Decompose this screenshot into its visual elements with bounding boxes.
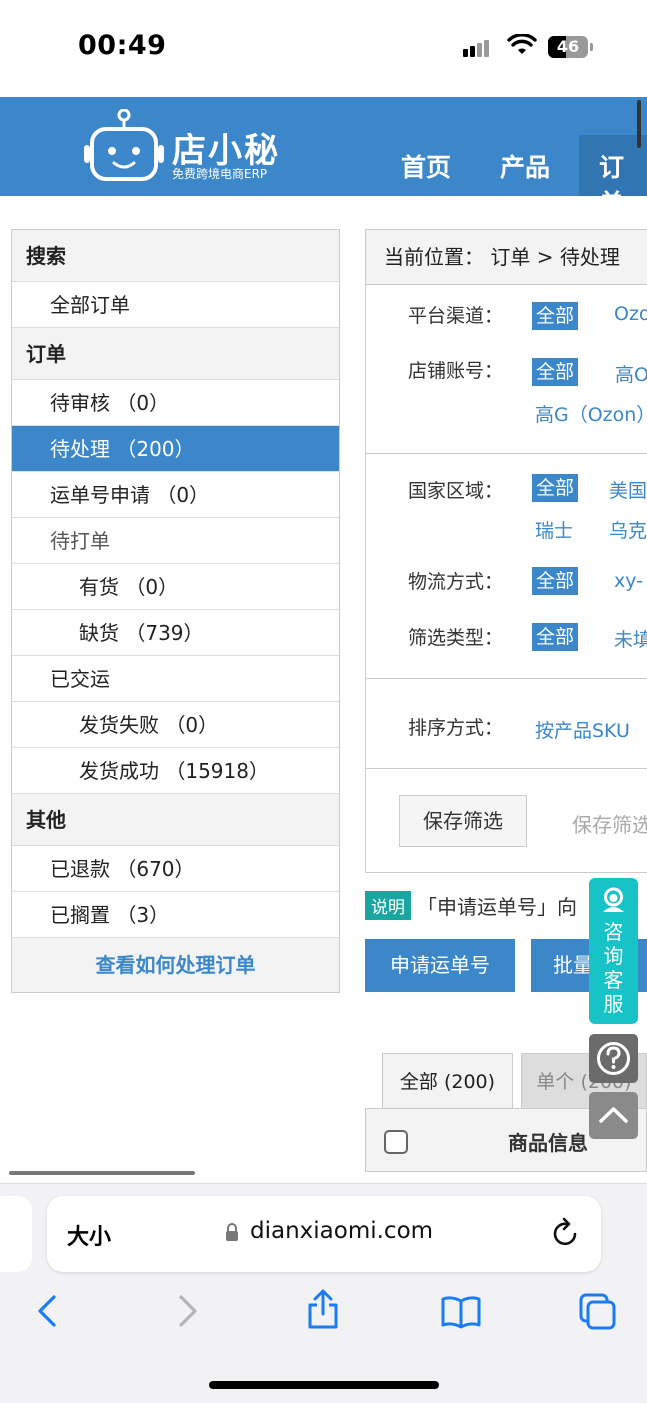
country-option-us[interactable]: 美国 xyxy=(609,476,647,503)
home-indicator xyxy=(209,1381,439,1389)
text-size-button[interactable]: 大小 xyxy=(67,1219,111,1251)
battery-tip xyxy=(590,43,593,51)
country-all-option[interactable]: 全部 xyxy=(532,474,579,502)
sidebar-item-on-hold[interactable]: 已搁置 （3） xyxy=(12,892,339,938)
horizontal-scrollbar[interactable] xyxy=(9,1171,195,1175)
sidebar-group-to-print: 待打单 xyxy=(12,518,339,564)
consult-char-4: 服 xyxy=(603,992,624,1016)
divider xyxy=(366,768,647,769)
sidebar-item-refunded[interactable]: 已退款 （670） xyxy=(12,846,339,892)
site-header: 店小秘 免费跨境电商ERP 首页 产品 订单 xyxy=(0,97,647,218)
customer-service-button[interactable]: 咨 询 客 服 xyxy=(589,878,638,1024)
country-option-ch[interactable]: 瑞士 xyxy=(535,516,573,543)
sidebar-item-ship-failed[interactable]: 发货失败 （0） xyxy=(12,702,339,748)
robot-logo-icon xyxy=(84,109,164,181)
sidebar-item-out-of-stock[interactable]: 缺货 （739） xyxy=(12,610,339,656)
sidebar-section-other: 其他 xyxy=(12,794,339,846)
store-all-option[interactable]: 全部 xyxy=(532,358,579,386)
note-text: 「申请运单号」向 xyxy=(417,895,577,919)
select-all-checkbox[interactable] xyxy=(384,1130,408,1154)
sidebar-item-pending-review[interactable]: 待审核 （0） xyxy=(12,380,339,426)
address-bar[interactable]: 大小 dianxiaomi.com xyxy=(47,1196,601,1272)
cellular-signal-icon xyxy=(463,38,491,57)
country-label: 国家区域： xyxy=(408,480,504,502)
chevron-up-icon xyxy=(599,1107,628,1123)
column-product-info: 商品信息 xyxy=(508,1131,588,1155)
divider xyxy=(366,678,647,679)
save-filter-button[interactable]: 保存筛选 xyxy=(399,795,527,847)
platform-label: 平台渠道： xyxy=(408,305,504,327)
help-button[interactable] xyxy=(589,1034,638,1083)
sidebar-section-orders: 订单 xyxy=(12,328,339,380)
share-icon[interactable] xyxy=(305,1288,341,1330)
order-sidebar: 搜索 全部订单 订单 待审核 （0） 待处理 （200） 运单号申请 （0） 待… xyxy=(11,229,340,993)
headset-icon xyxy=(603,887,624,912)
filter-type-all-option[interactable]: 全部 xyxy=(532,623,579,651)
back-to-top-button[interactable] xyxy=(589,1092,638,1139)
store-option-2[interactable]: 高G（Ozon） xyxy=(535,400,647,427)
help-link[interactable]: 查看如何处理订单 xyxy=(12,938,339,992)
consult-char-1: 咨 xyxy=(603,920,624,944)
battery-icon: 46 xyxy=(548,36,588,58)
platform-all-option[interactable]: 全部 xyxy=(532,302,579,330)
back-icon[interactable] xyxy=(34,1293,60,1329)
sidebar-item-pending-process[interactable]: 待处理 （200） xyxy=(12,426,339,472)
platform-option-ozon[interactable]: Ozo xyxy=(614,303,647,325)
sort-label: 排序方式： xyxy=(408,717,504,739)
nav-products[interactable]: 产品 xyxy=(500,135,550,196)
previous-tab-preview[interactable] xyxy=(0,1196,32,1272)
consult-char-2: 询 xyxy=(603,944,624,968)
saved-filters-link[interactable]: 保存筛选 xyxy=(572,809,647,838)
brand-tagline: 免费跨境电商ERP xyxy=(172,167,268,181)
breadcrumb: 当前位置： 订单 > 待处理 xyxy=(366,230,647,285)
clock: 00:49 xyxy=(78,30,167,61)
filter-type-option-1[interactable]: 未填 xyxy=(614,625,647,652)
country-option-ua[interactable]: 乌克 xyxy=(609,516,647,543)
note-badge: 说明 xyxy=(365,891,411,920)
vertical-scrollbar[interactable] xyxy=(637,100,641,148)
logistics-label: 物流方式： xyxy=(408,571,504,593)
sidebar-item-all-orders[interactable]: 全部订单 xyxy=(12,282,339,328)
text-size-label: 大小 xyxy=(67,1225,112,1250)
nav-home[interactable]: 首页 xyxy=(401,135,451,196)
sidebar-item-in-stock[interactable]: 有货 （0） xyxy=(12,564,339,610)
divider xyxy=(366,453,647,454)
logistics-option-1[interactable]: xy- xyxy=(614,570,643,592)
consult-char-3: 客 xyxy=(603,968,624,992)
question-icon xyxy=(597,1042,630,1075)
reload-icon[interactable] xyxy=(551,1216,581,1248)
apply-waybill-button[interactable]: 申请运单号 xyxy=(365,939,515,992)
filter-type-label: 筛选类型： xyxy=(408,627,504,649)
store-label: 店铺账号： xyxy=(408,360,504,382)
sidebar-item-waybill-apply[interactable]: 运单号申请 （0） xyxy=(12,472,339,518)
sidebar-item-ship-success[interactable]: 发货成功 （15918） xyxy=(12,748,339,794)
bookmarks-icon[interactable] xyxy=(440,1295,482,1329)
forward-icon[interactable] xyxy=(175,1293,201,1329)
tabs-icon[interactable] xyxy=(578,1292,618,1332)
lock-icon xyxy=(226,1223,238,1241)
sidebar-group-shipped: 已交运 xyxy=(12,656,339,702)
url-text: dianxiaomi.com xyxy=(250,1218,434,1244)
status-bar: 00:49 46 xyxy=(0,0,647,97)
tab-all[interactable]: 全部 (200) xyxy=(382,1053,513,1109)
logo[interactable]: 店小秘 免费跨境电商ERP xyxy=(84,109,294,183)
logistics-all-option[interactable]: 全部 xyxy=(532,567,579,595)
wifi-icon xyxy=(507,34,537,54)
browser-toolbar: 大小 dianxiaomi.com xyxy=(0,1183,647,1403)
sidebar-section-search: 搜索 xyxy=(12,230,339,282)
sort-option-sku[interactable]: 按产品SKU xyxy=(535,716,630,743)
store-option-1[interactable]: 高O xyxy=(615,360,647,387)
battery-level: 46 xyxy=(556,37,580,56)
filter-panel: 当前位置： 订单 > 待处理 平台渠道： 全部 Ozo 店铺账号： 全部 高O … xyxy=(365,229,647,873)
